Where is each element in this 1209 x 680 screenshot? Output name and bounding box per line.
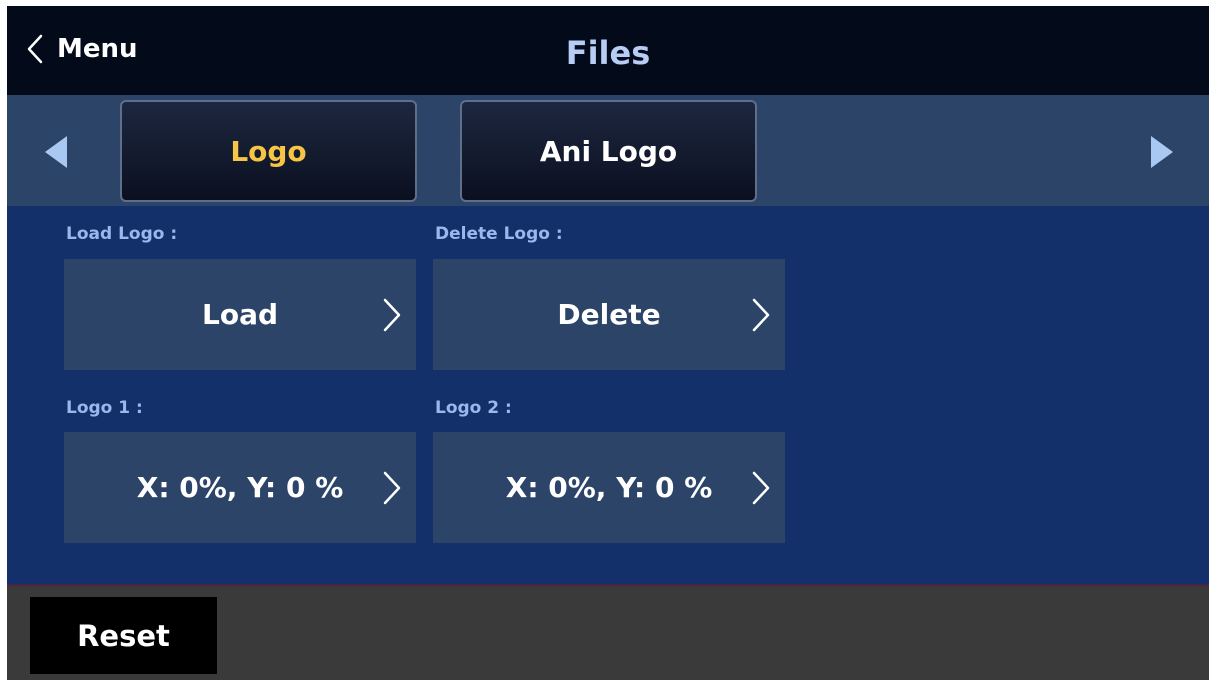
reset-button[interactable]: Reset (30, 597, 217, 674)
load-logo-label: Load Logo : (66, 224, 178, 244)
triangle-left-icon (45, 136, 67, 168)
chevron-right-icon (752, 471, 770, 505)
logo-2-label: Logo 2 : (435, 398, 512, 418)
tab-bar: Logo Ani Logo (7, 95, 1209, 206)
triangle-right-icon (1151, 136, 1173, 168)
logo-1-position-value: X: 0%, Y: 0 % (136, 471, 344, 504)
delete-button[interactable]: Delete (433, 259, 785, 370)
delete-button-label: Delete (557, 298, 661, 331)
chevron-right-icon (383, 298, 401, 332)
chevron-right-icon (383, 471, 401, 505)
tab-ani-logo[interactable]: Ani Logo (460, 100, 757, 202)
previous-tab-button[interactable] (41, 134, 71, 170)
logo-1-label: Logo 1 : (66, 398, 143, 418)
files-screen: Menu Files Logo Ani Logo Load Logo : Del… (7, 6, 1209, 680)
chevron-right-icon (752, 298, 770, 332)
logo-2-position-value: X: 0%, Y: 0 % (505, 471, 713, 504)
page-title: Files (565, 34, 651, 72)
logo-2-position-button[interactable]: X: 0%, Y: 0 % (433, 432, 785, 543)
footer-bar: Reset (7, 584, 1209, 680)
tab-logo[interactable]: Logo (120, 100, 417, 202)
logo-1-position-button[interactable]: X: 0%, Y: 0 % (64, 432, 416, 543)
next-tab-button[interactable] (1147, 134, 1177, 170)
header-bar: Menu Files (7, 6, 1209, 95)
load-button-label: Load (201, 298, 278, 331)
delete-logo-label: Delete Logo : (435, 224, 563, 244)
load-button[interactable]: Load (64, 259, 416, 370)
